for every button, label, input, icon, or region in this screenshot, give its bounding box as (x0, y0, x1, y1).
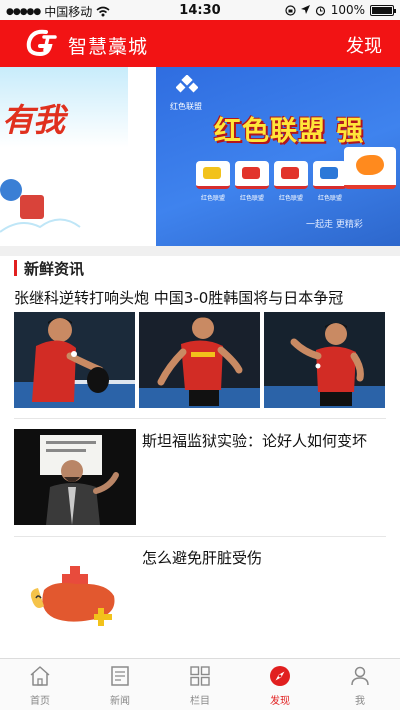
banner-left-text: 有我 (2, 101, 65, 139)
list-divider (14, 536, 386, 537)
article-title[interactable]: 斯坦福监狱实验：论好人如何变坏 (142, 429, 382, 453)
tab-label: 我 (355, 696, 365, 707)
banner-tile-label: 红色联盟 (278, 195, 303, 202)
list-item[interactable]: 斯坦福监狱实验：论好人如何变坏 (14, 429, 386, 527)
banner-carousel[interactable]: 有我 红色联盟 红色联盟 强 红色联盟 红色联盟 红色联盟 红色联盟 一起走 更… (0, 67, 400, 246)
tab-label: 新闻 (110, 696, 130, 707)
banner-slogan: 一起走 更精彩 (306, 220, 363, 230)
section-header: 新鲜资讯 (14, 258, 84, 278)
banner-tile-label: 红色联盟 (200, 195, 225, 202)
banner-logo-text: 红色联盟 (170, 102, 202, 111)
battery-percent: 100% (330, 3, 365, 17)
red-alliance-logo-icon (176, 75, 198, 93)
location-icon (300, 5, 310, 14)
headline-photo-row[interactable] (14, 312, 385, 408)
app-title: 智慧藁城 (68, 36, 149, 58)
list-item[interactable]: 怎么避免肝脏受伤 (14, 546, 386, 646)
battery-icon (370, 4, 396, 16)
section-divider (0, 246, 400, 256)
banner-big-tile (344, 147, 396, 189)
tab-news[interactable]: 新闻 (80, 659, 160, 710)
tab-columns[interactable]: 栏目 (160, 659, 240, 710)
tab-label: 发现 (270, 696, 290, 707)
section-title: 新鲜资讯 (24, 259, 85, 278)
discover-button[interactable]: 发现 (346, 32, 382, 58)
banner-tile-label: 红色联盟 (239, 195, 264, 202)
app-logo-icon (26, 29, 57, 57)
news-icon (111, 666, 129, 686)
lock-rotation-icon (285, 4, 296, 16)
banner-seal-icon (20, 195, 44, 219)
article-title[interactable]: 怎么避免肝脏受伤 (142, 546, 382, 570)
banner-emblem-icon (0, 179, 22, 201)
tab-label: 首页 (30, 696, 50, 707)
banner-tiles (196, 161, 347, 189)
article-thumbnail[interactable] (14, 429, 136, 525)
tab-me[interactable]: 我 (320, 659, 400, 710)
banner-slide-previous[interactable]: 有我 (0, 67, 128, 246)
bottom-tab-bar: 首页 新闻 栏目 发现 我 (0, 658, 400, 710)
headline-link[interactable]: 张继科逆转打响头炮 中国3-0胜韩国将与日本争冠 (14, 287, 343, 308)
status-right: 100% (285, 3, 396, 17)
section-accent-bar (14, 260, 17, 276)
banner-slide-current[interactable]: 红色联盟 红色联盟 强 红色联盟 红色联盟 红色联盟 红色联盟 一起走 更精彩 (156, 67, 400, 246)
banner-tile (235, 161, 269, 189)
banner-title: 红色联盟 强 (214, 116, 365, 147)
top-header: 智慧藁城 发现 (0, 20, 400, 67)
banner-gap (128, 67, 156, 246)
home-icon (30, 666, 50, 686)
banner-tile (274, 161, 308, 189)
tab-label: 栏目 (190, 696, 210, 707)
headline-photo[interactable] (264, 312, 385, 408)
banner-tile-label: 红色联盟 (317, 195, 342, 202)
user-icon (351, 666, 369, 686)
tab-home[interactable]: 首页 (0, 659, 80, 710)
tab-discover[interactable]: 发现 (240, 659, 320, 710)
compass-icon (270, 666, 290, 686)
headline-photo[interactable] (139, 312, 260, 408)
banner-tile (313, 161, 347, 189)
alarm-icon (315, 5, 325, 16)
list-divider (14, 418, 386, 419)
banner-tile-labels: 红色联盟 红色联盟 红色联盟 红色联盟 (196, 193, 347, 202)
banner-tile (196, 161, 230, 189)
status-bar: ●●●●● 中国移动 14:30 100% (0, 0, 400, 20)
article-thumbnail[interactable] (14, 546, 136, 642)
headline-photo[interactable] (14, 312, 135, 408)
grid-icon (190, 666, 210, 686)
